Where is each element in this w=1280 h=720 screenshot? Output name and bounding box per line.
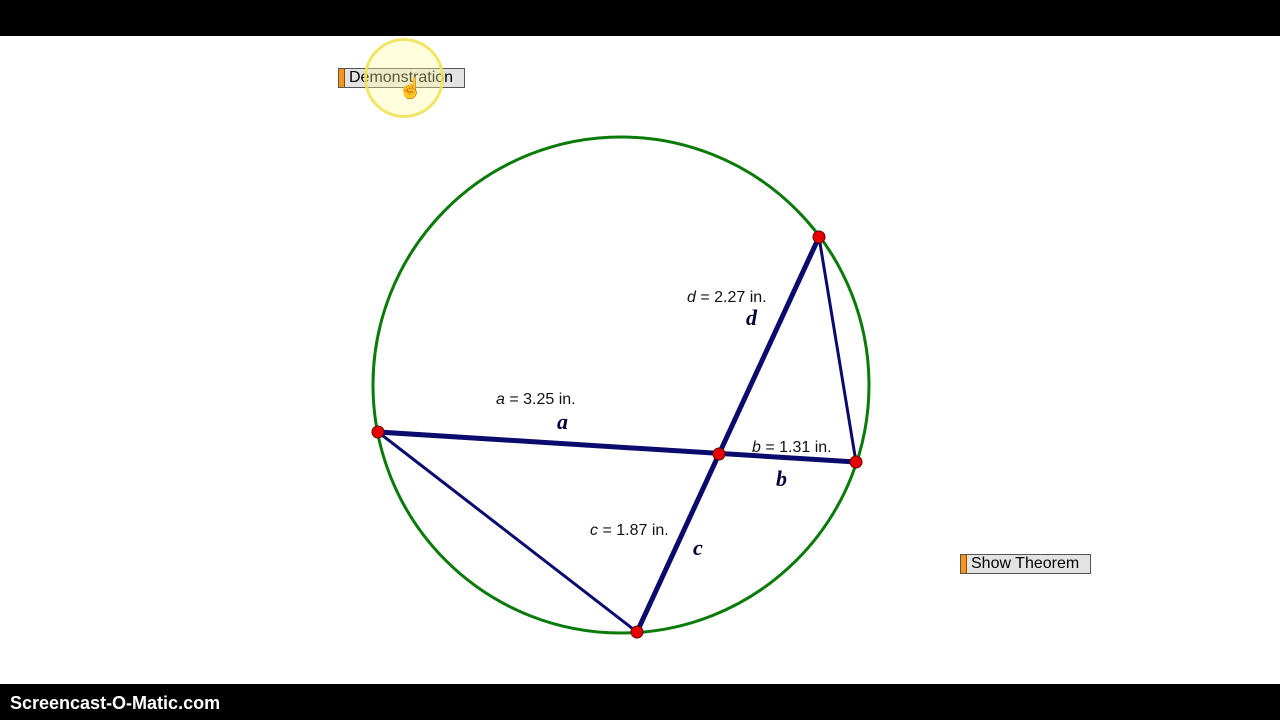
button-handle-icon	[339, 69, 345, 87]
point-bottom[interactable]	[630, 625, 644, 639]
point-right[interactable]	[849, 455, 863, 469]
segment-label-a: a	[557, 409, 568, 434]
demonstration-button-label: Demonstration	[349, 69, 454, 86]
triangle-side-right	[817, 236, 858, 463]
measurement-d: d = 2.27 in.	[687, 289, 767, 306]
show-theorem-button[interactable]: Show Theorem	[960, 554, 1091, 574]
intersection-point[interactable]	[712, 447, 726, 461]
measurement-b: b = 1.31 in.	[752, 439, 832, 456]
segment-label-d: d	[746, 305, 758, 330]
segment-label-c: c	[693, 535, 703, 560]
circle	[371, 135, 871, 635]
chord-diagram: a = 3.25 in. b = 1.31 in. c = 1.87 in. d…	[371, 135, 871, 639]
demonstration-button[interactable]: Demonstration	[338, 68, 465, 88]
show-theorem-button-label: Show Theorem	[971, 555, 1080, 572]
point-top-right[interactable]	[812, 230, 826, 244]
point-left[interactable]	[371, 425, 385, 439]
button-handle-icon	[961, 555, 967, 573]
measurement-a: a = 3.25 in.	[496, 391, 576, 408]
watermark: Screencast-O-Matic.com	[10, 693, 221, 713]
measurement-c: c = 1.87 in.	[590, 522, 669, 539]
segment-label-b: b	[776, 466, 787, 491]
